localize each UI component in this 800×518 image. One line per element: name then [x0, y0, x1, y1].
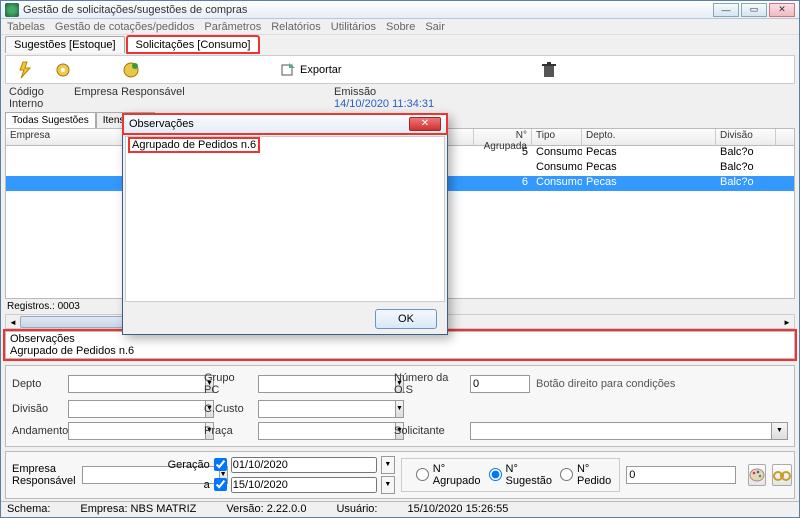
radio-pedido[interactable] — [560, 468, 573, 481]
date-from-dropdown[interactable]: ▼ — [381, 456, 395, 474]
menu-relatorios[interactable]: Relatórios — [271, 21, 321, 33]
menu-tabelas[interactable]: Tabelas — [7, 21, 45, 33]
header-fields: Código Interno Empresa Responsável Emiss… — [1, 84, 799, 112]
export-button[interactable]: Exportar — [280, 62, 342, 78]
tab-todas-sugestoes[interactable]: Todas Sugestões — [5, 112, 96, 128]
tab-sugestoes-estoque[interactable]: Sugestões [Estoque] — [5, 36, 125, 53]
a-label: a — [204, 479, 210, 491]
dialog-close-button[interactable]: ✕ — [409, 117, 441, 131]
green-accent-icon[interactable] — [122, 61, 140, 79]
statusbar: Schema: Empresa: NBS MATRIZ Versão: 2.22… — [1, 501, 799, 517]
observacoes-text: Agrupado de Pedidos n.6 — [10, 345, 790, 357]
codigo-label: Código Interno — [9, 86, 44, 110]
praca-label: Praça — [204, 425, 252, 437]
radio-sugestao[interactable] — [489, 468, 502, 481]
minimize-button[interactable]: — — [713, 3, 739, 17]
tab-solicitacoes-consumo[interactable]: Solicitações [Consumo] — [127, 36, 260, 53]
status-versao: Versão: 2.22.0.0 — [226, 503, 306, 515]
binoculars-button[interactable] — [772, 464, 792, 486]
menu-gestao[interactable]: Gestão de cotações/pedidos — [55, 21, 194, 33]
app-icon — [5, 3, 19, 17]
date-to-check[interactable] — [214, 478, 227, 491]
col-divisao[interactable]: Divisão — [716, 129, 776, 145]
status-empresa: Empresa: NBS MATRIZ — [80, 503, 196, 515]
trash-icon[interactable] — [542, 62, 556, 78]
scroll-left-arrow[interactable]: ◄ — [6, 315, 20, 329]
depto-label: Depto — [12, 378, 62, 390]
maximize-button[interactable]: ▭ — [741, 3, 767, 17]
solicitante-label: Solicitante — [394, 425, 464, 437]
menu-parametros[interactable]: Parâmetros — [204, 21, 261, 33]
hint-text: Botão direito para condições — [536, 378, 788, 390]
toolbar: Exportar — [5, 55, 795, 84]
praca-input[interactable] — [258, 422, 396, 440]
scroll-right-arrow[interactable]: ► — [780, 315, 794, 329]
dialog-title: Observações — [129, 118, 194, 130]
menu-sobre[interactable]: Sobre — [386, 21, 415, 33]
dialog-body-text: Agrupado de Pedidos n.6 — [130, 139, 258, 151]
close-button[interactable]: ✕ — [769, 3, 795, 17]
andamento-input[interactable] — [68, 422, 206, 440]
status-datetime: 15/10/2020 15:26:55 — [407, 503, 508, 515]
main-tabs: Sugestões [Estoque] Solicitações [Consum… — [1, 35, 799, 53]
radio-agrupado-label: N° Agrupado — [433, 463, 481, 487]
numero-os-input[interactable] — [470, 375, 530, 393]
status-schema: Schema: — [7, 503, 50, 515]
col-agrupada[interactable]: N° Agrupada — [474, 129, 532, 145]
geracao-label: Geração — [168, 459, 210, 471]
numero-input[interactable] — [626, 466, 736, 484]
empresa-resp-bottom-label: Empresa Responsável — [12, 463, 76, 487]
grupopc-input[interactable] — [258, 375, 396, 393]
radio-agrupado[interactable] — [416, 468, 429, 481]
export-icon — [280, 62, 296, 78]
menubar: Tabelas Gestão de cotações/pedidos Parâm… — [1, 19, 799, 35]
dialog-body[interactable]: Agrupado de Pedidos n.6 — [125, 136, 445, 302]
grupopc-label: Grupo PC — [204, 372, 252, 396]
col-depto[interactable]: Depto. — [582, 129, 716, 145]
depto-input[interactable] — [68, 375, 206, 393]
filters-panel: Depto ▼ Grupo PC ▼ Número da O.S Botão d… — [5, 365, 795, 447]
date-to-input[interactable] — [231, 477, 377, 493]
ccusto-label: C.Custo — [204, 403, 252, 415]
empresa-resp-label: Empresa Responsável — [74, 86, 185, 98]
gear-yellow-icon[interactable] — [54, 61, 72, 79]
emissao-value: 14/10/2020 11:34:31 — [334, 98, 434, 110]
status-usuario: Usuário: — [336, 503, 377, 515]
titlebar: Gestão de solicitações/sugestões de comp… — [1, 1, 799, 19]
ccusto-input[interactable] — [258, 400, 396, 418]
date-to-dropdown[interactable]: ▼ — [381, 476, 395, 494]
main-window: Gestão de solicitações/sugestões de comp… — [0, 0, 800, 518]
solicitante-input[interactable] — [470, 422, 772, 440]
lightning-icon[interactable] — [16, 61, 34, 79]
bottom-bar: Empresa Responsável ▼ Geração ▼ a ▼ N° A… — [5, 451, 795, 499]
solicitante-dropdown[interactable]: ▼ — [772, 422, 788, 440]
observacoes-dialog: Observações ✕ Agrupado de Pedidos n.6 OK — [122, 113, 448, 335]
emissao-label: Emissão — [334, 86, 434, 98]
date-from-input[interactable] — [231, 457, 377, 473]
radio-pedido-label: N° Pedido — [577, 463, 611, 487]
radio-sugestao-label: N° Sugestão — [506, 463, 552, 487]
dialog-titlebar: Observações ✕ — [123, 114, 447, 134]
col-tipo[interactable]: Tipo — [532, 129, 582, 145]
divisao-input[interactable] — [68, 400, 206, 418]
ccusto-dropdown[interactable]: ▼ — [396, 400, 404, 418]
palette-button[interactable] — [748, 464, 766, 486]
numero-os-label: Número da O.S — [394, 372, 464, 396]
divisao-label: Divisão — [12, 403, 62, 415]
export-label: Exportar — [300, 64, 342, 76]
window-title: Gestão de solicitações/sugestões de comp… — [23, 4, 247, 16]
menu-utilitarios[interactable]: Utilitários — [331, 21, 376, 33]
date-from-check[interactable] — [214, 458, 227, 471]
dialog-ok-button[interactable]: OK — [375, 309, 437, 329]
menu-sair[interactable]: Sair — [425, 21, 445, 33]
andamento-label: Andamento — [12, 425, 62, 437]
